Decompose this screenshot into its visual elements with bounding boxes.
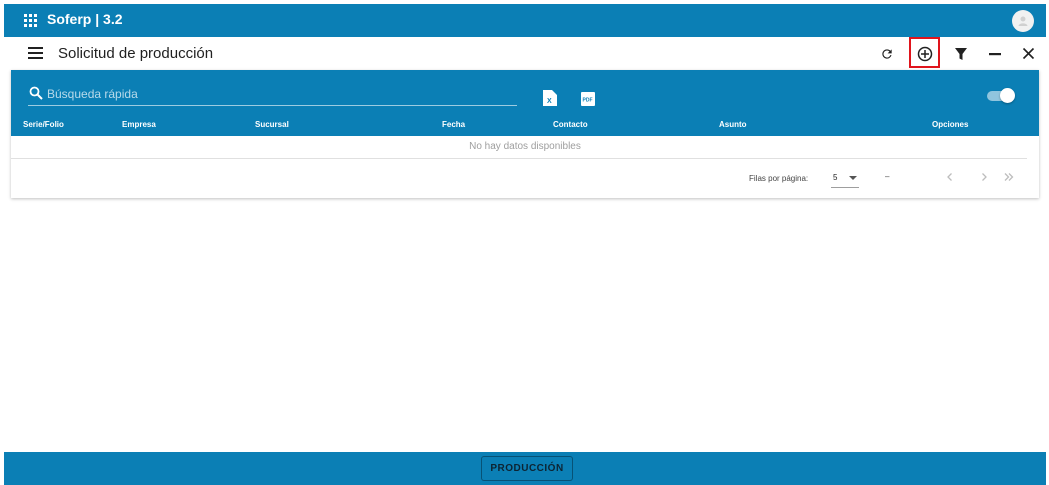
empty-state-text: No hay datos disponibles [469, 141, 581, 152]
divider [11, 158, 1027, 159]
menu-icon[interactable] [28, 47, 43, 59]
page-toolbar: Solicitud de producción [4, 37, 1046, 70]
table-header-area: X PDF Serie/Folio Empresa Sucursal Fecha… [11, 70, 1039, 136]
svg-text:X: X [547, 98, 552, 105]
produccion-button[interactable]: PRODUCCIÓN [481, 456, 573, 481]
refresh-button[interactable] [871, 37, 903, 70]
toggle-knob [1000, 88, 1015, 103]
data-table-card: X PDF Serie/Folio Empresa Sucursal Fecha… [11, 70, 1039, 198]
close-button[interactable] [1012, 37, 1044, 70]
previous-page-button[interactable] [942, 169, 958, 185]
column-header-contacto[interactable]: Contacto [553, 120, 588, 129]
double-chevron-right-icon [1004, 173, 1014, 181]
chevron-left-icon [947, 173, 952, 181]
column-header-sucursal[interactable]: Sucursal [255, 120, 289, 129]
chevron-right-icon [982, 173, 987, 181]
search-icon [29, 86, 43, 100]
bottom-bar: PRODUCCIÓN [4, 452, 1046, 485]
refresh-icon [882, 48, 892, 59]
column-header-empresa[interactable]: Empresa [122, 120, 156, 129]
user-icon [1018, 16, 1028, 26]
rows-per-page-value: 5 [833, 173, 838, 182]
chevron-down-icon [849, 176, 857, 180]
highlight-box [909, 37, 940, 68]
app-title: Soferp | 3.2 [47, 11, 123, 27]
close-icon [1022, 47, 1034, 60]
search-input[interactable] [47, 85, 517, 103]
minimize-button[interactable] [979, 37, 1011, 70]
column-header-asunto[interactable]: Asunto [719, 120, 747, 129]
next-page-button[interactable] [976, 169, 992, 185]
minimize-icon [989, 52, 1001, 55]
app-bar: Soferp | 3.2 [4, 4, 1046, 37]
search-underline [28, 105, 517, 106]
pdf-export-icon[interactable]: PDF [581, 91, 595, 107]
column-header-fecha[interactable]: Fecha [442, 120, 465, 129]
column-header-opciones[interactable]: Opciones [932, 120, 968, 129]
apps-grid-icon[interactable] [24, 14, 37, 27]
rows-per-page-label: Filas por página: [749, 174, 809, 183]
avatar[interactable] [1012, 10, 1034, 32]
svg-text:PDF: PDF [583, 98, 593, 104]
view-toggle[interactable] [987, 88, 1015, 103]
column-header-serie-folio[interactable]: Serie/Folio [23, 120, 64, 129]
filter-icon [955, 47, 967, 60]
last-page-button[interactable] [1001, 169, 1017, 185]
page-title: Solicitud de producción [58, 45, 214, 62]
pagination-range: – [885, 172, 890, 181]
rows-per-page-select[interactable]: 5 [831, 170, 859, 188]
filter-button[interactable] [945, 37, 977, 70]
excel-export-icon[interactable]: X [543, 90, 557, 106]
